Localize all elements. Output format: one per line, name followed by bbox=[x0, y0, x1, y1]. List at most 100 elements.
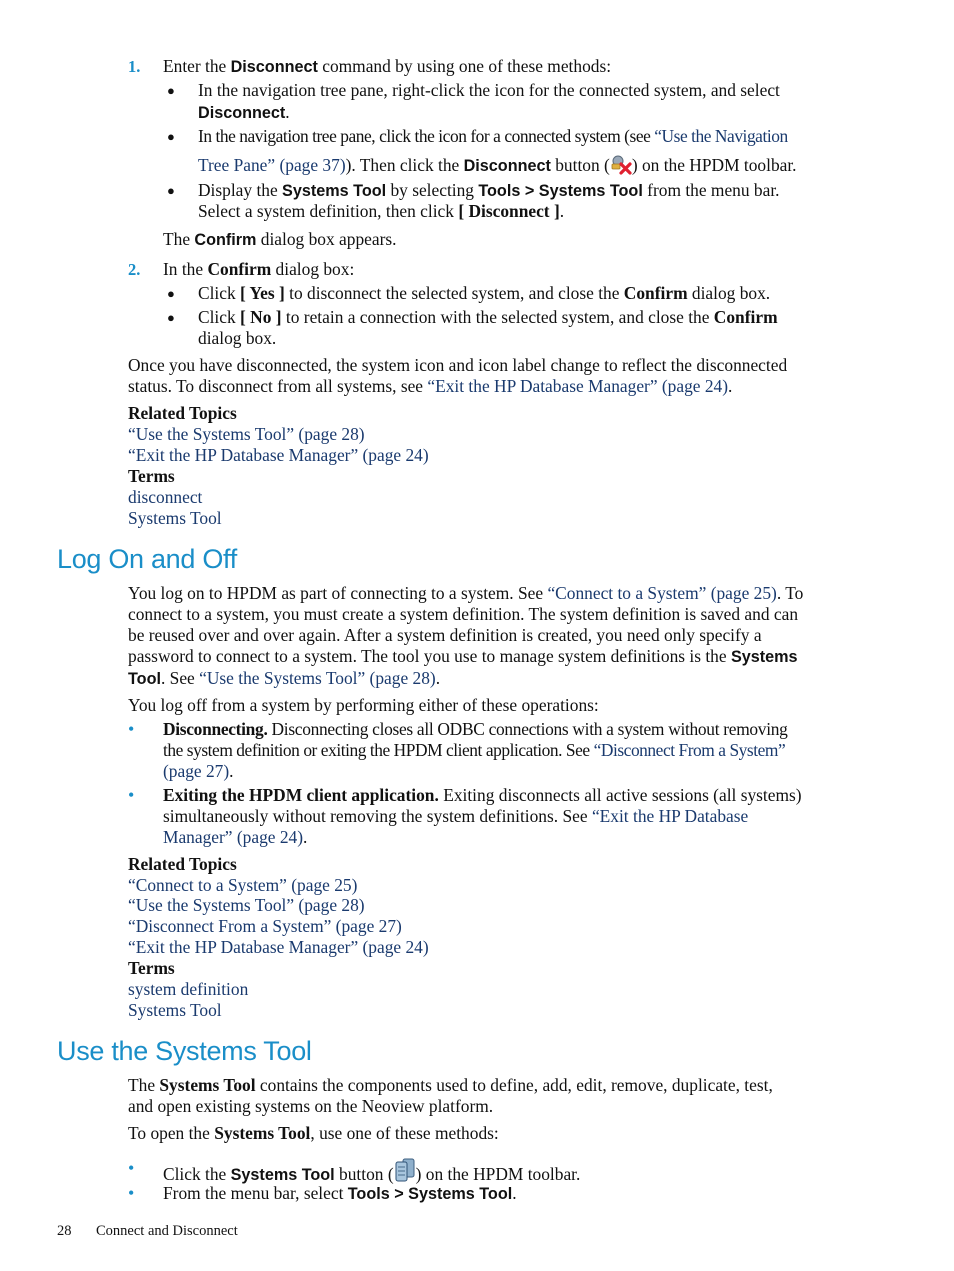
link-connect-to-a-system[interactable]: “Connect to a System” (page 25) bbox=[547, 583, 776, 603]
step-1-bullet-2-cont: Tree Pane” (page 37)). Then click the Di… bbox=[198, 155, 797, 180]
text: Display the bbox=[198, 180, 283, 200]
page-number: 28 bbox=[57, 1223, 72, 1239]
text: The bbox=[128, 1075, 160, 1095]
text: dialog box: bbox=[271, 259, 355, 279]
text: Click the bbox=[163, 1164, 231, 1184]
text: dialog box appears. bbox=[256, 229, 397, 249]
bullet-icon: ● bbox=[167, 83, 175, 98]
section-title: Log On and Off bbox=[57, 544, 237, 574]
closing-paragraph: Once you have disconnected, the system i… bbox=[128, 355, 788, 375]
text: the system definition or exiting the HPD… bbox=[163, 740, 594, 760]
link-navigation-tree-pane[interactable]: “Use the Navigation bbox=[654, 126, 788, 146]
button-name: [ Disconnect ] bbox=[458, 201, 560, 221]
heading-text: Related Topics bbox=[128, 403, 237, 423]
text: In the navigation tree pane, right-click… bbox=[198, 80, 780, 100]
related-link[interactable]: “Connect to a System” (page 25) bbox=[128, 875, 357, 896]
button-name: [ Yes ] bbox=[240, 283, 285, 303]
step-2-bullet-2-cont: dialog box. bbox=[198, 328, 277, 348]
text: to retain a connection with the selected… bbox=[281, 307, 714, 327]
step-1-bullet-1: In the navigation tree pane, right-click… bbox=[198, 80, 780, 101]
text: dialog box. bbox=[687, 283, 771, 303]
logoff-bullet-disconnecting-cont: (page 27). bbox=[163, 761, 234, 782]
bullet-icon: • bbox=[128, 1158, 135, 1178]
term-link[interactable]: disconnect bbox=[128, 487, 202, 508]
bullet-icon: • bbox=[128, 1183, 135, 1203]
text: Select a system definition, then click bbox=[198, 201, 459, 221]
chapter-title: Connect and Disconnect bbox=[96, 1223, 238, 1239]
logon-paragraph: You log on to HPDM as part of connecting… bbox=[128, 583, 803, 604]
button-name: [ No ] bbox=[240, 307, 282, 327]
text: From the menu bar, select bbox=[163, 1183, 348, 1203]
step-1-after: The Confirm dialog box appears. bbox=[163, 229, 397, 251]
related-link[interactable]: “Use the Systems Tool” (page 28) bbox=[128, 424, 365, 445]
step-2-bullet-2: Click [ No ] to retain a connection with… bbox=[198, 307, 778, 328]
bullet-icon: ● bbox=[167, 310, 175, 325]
related-link[interactable]: “Exit the HP Database Manager” (page 24) bbox=[128, 937, 429, 958]
text: The bbox=[163, 229, 195, 249]
text: In the bbox=[163, 259, 208, 279]
closing-paragraph-cont: status. To disconnect from all systems, … bbox=[128, 376, 732, 397]
step-number: 1. bbox=[128, 57, 141, 76]
text: . bbox=[728, 376, 733, 396]
related-topics-heading: Related Topics bbox=[128, 854, 237, 875]
term-link[interactable]: Systems Tool bbox=[128, 1000, 222, 1021]
text: Click bbox=[198, 283, 241, 303]
bullet-icon: • bbox=[128, 785, 135, 805]
text: from the menu bar. bbox=[642, 180, 780, 200]
text: You log on to HPDM as part of connecting… bbox=[128, 583, 548, 603]
term-link[interactable]: system definition bbox=[128, 979, 248, 1000]
link-use-the-systems-tool[interactable]: “Use the Systems Tool” (page 28) bbox=[199, 668, 436, 688]
text: Exiting disconnects all active sessions … bbox=[438, 785, 802, 805]
dialog-name: Confirm bbox=[207, 259, 272, 279]
link-disconnect-from-a-system[interactable]: “Disconnect From a System” bbox=[594, 740, 786, 760]
link-exit-hp-database-manager[interactable]: “Exit the HP Database Manager” (page 24) bbox=[427, 376, 728, 396]
related-link[interactable]: “Use the Systems Tool” (page 28) bbox=[128, 895, 365, 916]
tool-name: Tool bbox=[128, 670, 161, 688]
link-navigation-tree-pane-cont[interactable]: Tree Pane” (page 37) bbox=[198, 155, 346, 175]
logoff-bullet-disconnecting-cont: the system definition or exiting the HPD… bbox=[163, 740, 786, 761]
text: Click bbox=[198, 307, 241, 327]
dialog-name: Confirm bbox=[623, 283, 688, 303]
button-name: Disconnect bbox=[463, 157, 551, 175]
open-method-menu: From the menu bar, select Tools > System… bbox=[163, 1183, 517, 1205]
text: ). Then click the bbox=[345, 155, 464, 175]
text: by selecting bbox=[386, 180, 479, 200]
link-exit-hp-database-manager-cont[interactable]: Manager” (page 24) bbox=[163, 827, 303, 847]
heading-text: Terms bbox=[128, 466, 175, 486]
heading-text: Terms bbox=[128, 958, 175, 978]
heading-text: Related Topics bbox=[128, 854, 237, 874]
text: Disconnecting closes all ODBC connection… bbox=[267, 719, 788, 739]
link-exit-hp-database-manager[interactable]: “Exit the HP Database bbox=[592, 806, 748, 826]
step-2-bullet-1: Click [ Yes ] to disconnect the selected… bbox=[198, 283, 770, 304]
logoff-bullet-exiting-cont: simultaneously without removing the syst… bbox=[163, 806, 748, 827]
link-disconnect-from-a-system-cont[interactable]: (page 27) bbox=[163, 761, 229, 781]
logon-paragraph-line: Tool. See “Use the Systems Tool” (page 2… bbox=[128, 668, 440, 690]
terms-heading: Terms bbox=[128, 466, 175, 487]
section-title: Use the Systems Tool bbox=[57, 1036, 312, 1066]
text: Enter the bbox=[163, 56, 231, 76]
text: . To bbox=[776, 583, 804, 603]
text: . bbox=[229, 761, 234, 781]
tool-name: Systems bbox=[730, 648, 798, 666]
systems-tool-paragraph: The Systems Tool contains the components… bbox=[128, 1075, 773, 1096]
systems-tool-paragraph-line: and open existing systems on the Neoview… bbox=[128, 1096, 494, 1116]
step-2-intro: In the Confirm dialog box: bbox=[163, 259, 354, 280]
term-link[interactable]: Systems Tool bbox=[128, 508, 222, 529]
menu-path: Tools > Systems Tool bbox=[347, 1185, 513, 1203]
text: button ( bbox=[550, 155, 610, 175]
open-methods-intro: To open the Systems Tool, use one of the… bbox=[128, 1123, 499, 1144]
text: ) on the HPDM toolbar. bbox=[415, 1164, 581, 1184]
step-number: 2. bbox=[128, 260, 141, 279]
logoff-bullet-exiting-cont: Manager” (page 24). bbox=[163, 827, 307, 848]
dialog-name: Confirm bbox=[713, 307, 778, 327]
text: , use one of these methods: bbox=[310, 1123, 499, 1143]
text: password to connect to a system. The too… bbox=[128, 646, 731, 666]
tool-name: Systems Tool bbox=[159, 1075, 256, 1095]
text: . See bbox=[160, 668, 200, 688]
related-link[interactable]: “Disconnect From a System” (page 27) bbox=[128, 916, 402, 937]
text: status. To disconnect from all systems, … bbox=[128, 376, 428, 396]
text: . bbox=[512, 1183, 517, 1203]
related-link[interactable]: “Exit the HP Database Manager” (page 24) bbox=[128, 445, 429, 466]
logon-paragraph-line: be reused over and over again. After a s… bbox=[128, 625, 762, 645]
step-1-bullet-1-cont: Disconnect. bbox=[198, 102, 290, 124]
